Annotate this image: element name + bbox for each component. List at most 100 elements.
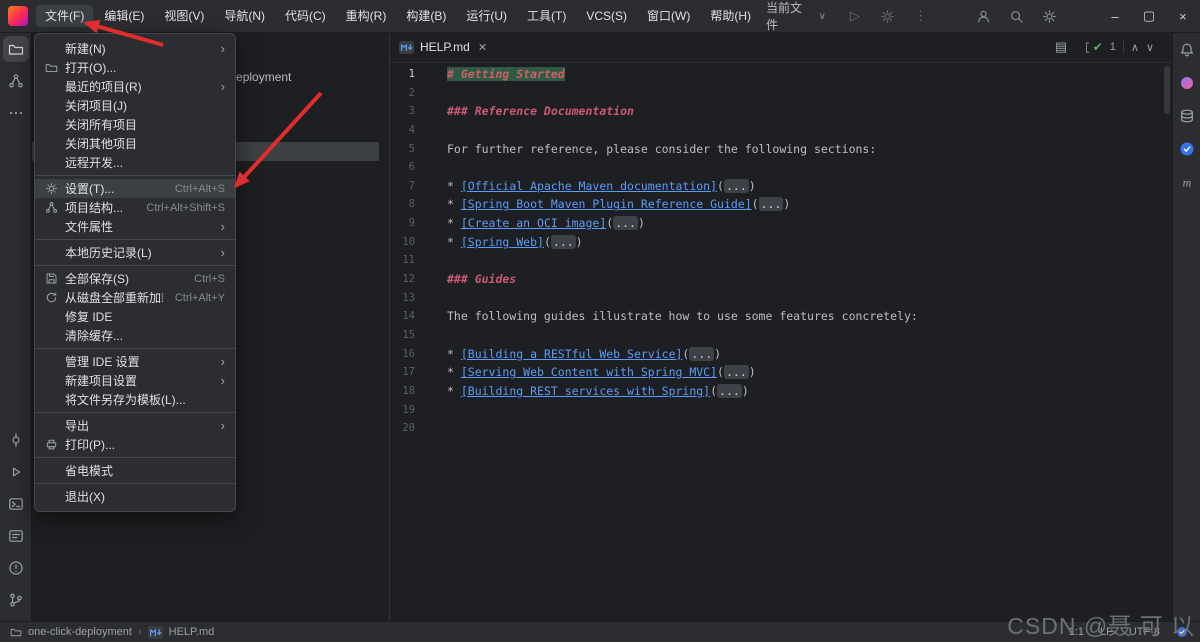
profiler-icon[interactable] <box>878 6 898 26</box>
file-menu-item[interactable]: 全部保存(S) Ctrl+S <box>35 269 235 288</box>
menubar-item[interactable]: 构建(B) <box>397 5 455 27</box>
menubar-item[interactable]: 编辑(E) <box>95 5 153 27</box>
file-menu-item[interactable]: 关闭所有项目 <box>35 115 235 134</box>
code-segment: [Serving Web Content with Spring MVC] <box>460 365 718 380</box>
file-menu-item[interactable]: 最近的项目(R) › <box>35 77 235 96</box>
file-menu-item[interactable]: 从磁盘全部重新加载 Ctrl+Alt+Y <box>35 288 235 307</box>
menubar-item[interactable]: 代码(C) <box>276 5 335 27</box>
maximize-button[interactable]: ▢ <box>1132 0 1166 32</box>
file-menu-item[interactable]: 文件属性 › <box>35 217 235 236</box>
editor-scrollbar[interactable] <box>1164 66 1170 114</box>
minimize-button[interactable]: – <box>1098 0 1132 32</box>
project-icon[interactable] <box>2 36 29 62</box>
ai-assistant-icon[interactable] <box>1178 74 1196 92</box>
commit-icon[interactable] <box>3 427 29 453</box>
menu-item-label: 新建(N) <box>65 42 106 56</box>
editor-line[interactable]: 7 * [Official Apache Maven documentation]… <box>389 177 1172 196</box>
editor-line[interactable]: 4 <box>389 121 1172 140</box>
menu-item-label: 新建项目设置 <box>65 374 138 388</box>
run-configuration-selector[interactable]: 当前文件 ∨ <box>760 0 832 35</box>
maven-icon[interactable]: m <box>1178 173 1196 191</box>
editor-line[interactable]: 16 * [Building a RESTful Web Service](...… <box>389 345 1172 364</box>
editor-line[interactable]: 15 <box>389 326 1172 345</box>
editor-line[interactable]: 10 * [Spring Web](...) <box>389 233 1172 252</box>
notifications-icon[interactable] <box>1178 41 1196 59</box>
inspection-widget[interactable]: ✔ 1 ∧ ∨ <box>1088 39 1158 55</box>
line-number: 8 <box>408 198 415 211</box>
menubar-item[interactable]: 帮助(H) <box>701 5 760 27</box>
settings-gear-icon[interactable] <box>1039 6 1059 26</box>
file-menu-item[interactable]: 新建项目设置 › <box>35 371 235 390</box>
file-menu-item[interactable]: 打开(O)... <box>35 58 235 77</box>
close-button[interactable]: × <box>1166 0 1200 32</box>
file-menu-item[interactable]: 打印(P)... <box>35 435 235 454</box>
editor-tab-helpmd[interactable]: HELP.md ✕ <box>389 32 497 62</box>
code-segment: ... <box>550 234 576 249</box>
console-icon[interactable] <box>3 523 29 549</box>
menubar-item[interactable]: 工具(T) <box>518 5 575 27</box>
close-tab-icon[interactable]: ✕ <box>478 41 487 54</box>
file-menu-item[interactable]: 设置(T)... Ctrl+Alt+S <box>35 179 235 198</box>
code-segment: ( <box>751 197 759 212</box>
account-icon[interactable] <box>973 6 993 26</box>
layout-icon[interactable]: ▤ <box>1052 39 1070 55</box>
editor-line[interactable]: 2 <box>389 84 1172 103</box>
file-menu-item[interactable]: 新建(N) › <box>35 39 235 58</box>
terminal-icon[interactable] <box>3 491 29 517</box>
menubar-item[interactable]: 窗口(W) <box>638 5 699 27</box>
file-menu-item[interactable]: 退出(X) <box>35 487 235 506</box>
file-menu-item[interactable]: 省电模式 <box>35 461 235 480</box>
breadcrumb-project[interactable]: one-click-deployment <box>28 626 132 638</box>
breadcrumb-file[interactable]: HELP.md <box>169 626 215 638</box>
code-segment: ) <box>748 365 756 380</box>
editor-line[interactable]: 8 * [Spring Boot Maven Plugin Reference G… <box>389 195 1172 214</box>
editor-line[interactable]: 14 The following guides illustrate how to… <box>389 307 1172 326</box>
file-menu-item[interactable]: 修复 IDE <box>35 307 235 326</box>
search-everywhere-icon[interactable] <box>1006 6 1026 26</box>
file-menu-item[interactable]: 将文件另存为模板(L)... <box>35 390 235 409</box>
file-menu-item[interactable]: 远程开发... <box>35 153 235 172</box>
more-icon[interactable] <box>3 100 29 126</box>
problems-icon[interactable] <box>3 555 29 581</box>
database-icon[interactable] <box>1178 107 1196 125</box>
editor-line[interactable]: 1 # Getting Started <box>389 65 1172 84</box>
editor-line[interactable]: 12 ### Guides <box>389 270 1172 289</box>
menubar-item[interactable]: 导航(N) <box>215 5 274 27</box>
editor-line[interactable]: 18 * [Building REST services with Spring]… <box>389 382 1172 401</box>
plugin-icon[interactable] <box>1178 140 1196 158</box>
services-icon[interactable] <box>3 459 29 485</box>
menubar-item[interactable]: 文件(F) <box>36 5 94 27</box>
file-menu-item[interactable]: 关闭项目(J) <box>35 96 235 115</box>
git-icon[interactable] <box>3 587 29 613</box>
menubar-item[interactable]: 运行(U) <box>457 5 516 27</box>
editor-code[interactable]: 1 # Getting Started 2 3 ### Reference Docume… <box>389 62 1172 621</box>
menubar-item[interactable]: 重构(R) <box>337 5 396 27</box>
prev-problem-icon[interactable]: ∧ <box>1131 41 1139 54</box>
file-menu-item[interactable]: 本地历史记录(L) › <box>35 243 235 262</box>
code-segment: ( <box>710 383 718 398</box>
menu-item-shortcut: Ctrl+Alt+Shift+S <box>146 201 225 214</box>
run-button[interactable]: ▷ <box>845 6 865 26</box>
code-segment: * <box>447 197 461 212</box>
editor-line[interactable]: 20 <box>389 419 1172 438</box>
file-menu-item[interactable]: 导出 › <box>35 416 235 435</box>
editor-line[interactable]: 13 <box>389 289 1172 308</box>
structure-icon[interactable] <box>3 68 29 94</box>
editor-line[interactable]: 19 <box>389 401 1172 420</box>
editor-line[interactable]: 11 <box>389 251 1172 270</box>
file-menu-item[interactable]: 项目结构... Ctrl+Alt+Shift+S <box>35 198 235 217</box>
file-menu-item[interactable]: 管理 IDE 设置 › <box>35 352 235 371</box>
intellij-logo-icon[interactable] <box>8 6 28 26</box>
editor-line[interactable]: 5 For further reference, please consider … <box>389 140 1172 159</box>
file-menu-item[interactable]: 清除缓存... <box>35 326 235 345</box>
menubar-item[interactable]: VCS(S) <box>577 5 636 27</box>
editor-line[interactable]: 3 ### Reference Documentation <box>389 102 1172 121</box>
file-menu-item[interactable]: 关闭其他项目 <box>35 134 235 153</box>
editor-line[interactable]: 17 * [Serving Web Content with Spring MVC… <box>389 363 1172 382</box>
menubar-item[interactable]: 视图(V) <box>155 5 213 27</box>
editor-line[interactable]: 9 * [Create an OCI image](...) <box>389 214 1172 233</box>
next-problem-icon[interactable]: ∨ <box>1146 41 1154 54</box>
more-actions-icon[interactable]: ⋮ <box>911 6 931 26</box>
line-number: 14 <box>402 310 415 323</box>
editor-line[interactable]: 6 <box>389 158 1172 177</box>
